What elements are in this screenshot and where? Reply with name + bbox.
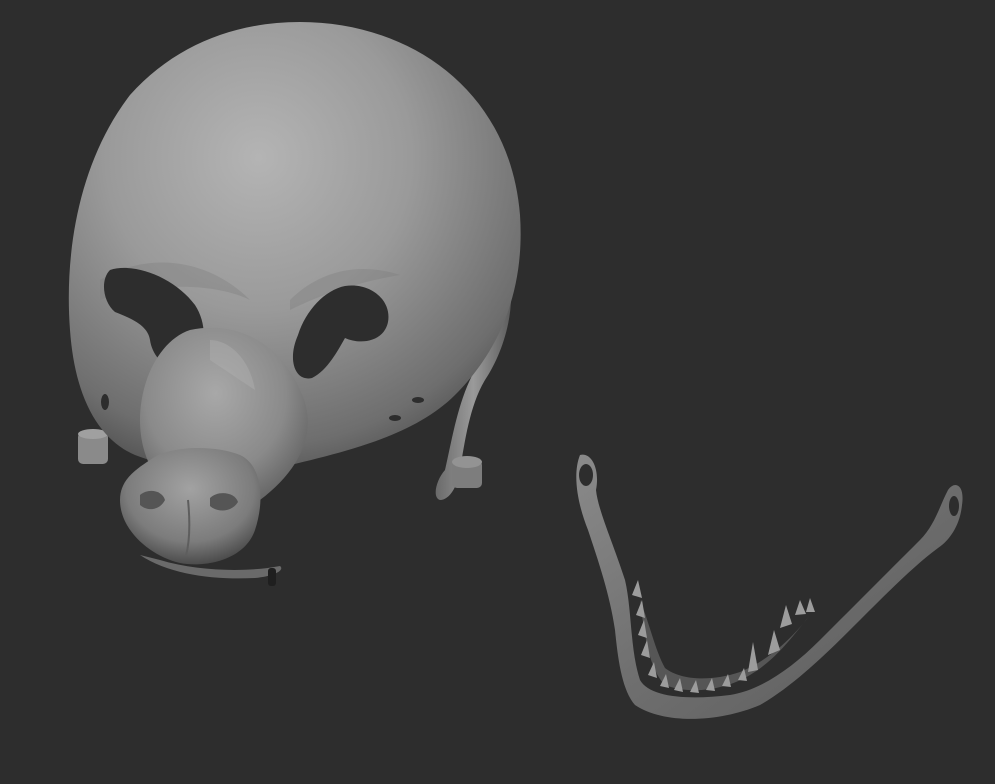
3d-viewport[interactable] <box>0 0 995 784</box>
left-jaw-ring <box>579 464 593 486</box>
render-canvas <box>68 22 963 719</box>
lower-jaw-piece[interactable] <box>576 454 963 719</box>
dog-mask-head[interactable] <box>68 22 521 586</box>
nose <box>120 448 261 565</box>
right-jaw-ring <box>949 496 959 516</box>
jaw-body <box>576 454 963 719</box>
